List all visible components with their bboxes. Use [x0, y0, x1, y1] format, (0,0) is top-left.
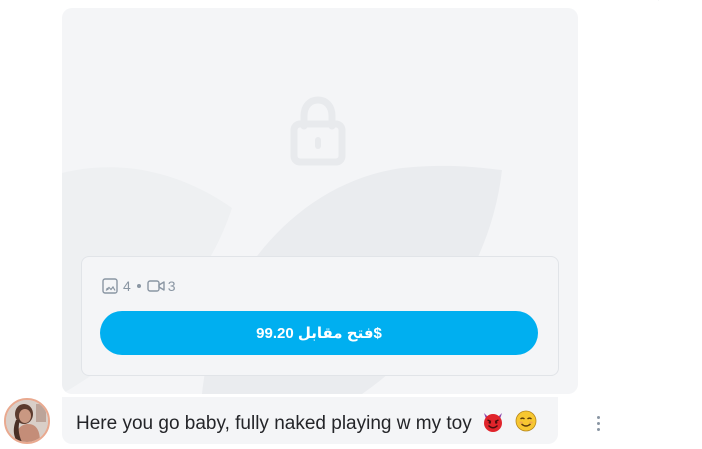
video-camera-icon — [147, 280, 165, 292]
media-counts: 4 3 — [102, 277, 176, 295]
unlock-button[interactable]: فتح مقابل 99.20$ — [100, 311, 538, 355]
corner-mark — [654, 0, 666, 4]
message-bubble: Here you go baby, fully naked playing w … — [62, 397, 558, 444]
message-text-line: Here you go baby, fully naked playing w … — [76, 409, 538, 434]
locked-media-card[interactable]: 4 3 فتح مقابل 99.20$ — [62, 8, 578, 394]
avatar-image — [6, 400, 48, 442]
more-options-button[interactable] — [590, 412, 606, 434]
photos-count: 4 — [123, 278, 131, 294]
unlock-button-label: فتح مقابل 99.20$ — [256, 325, 382, 342]
smiling-face-emoji — [515, 410, 537, 432]
separator-dot — [136, 284, 141, 288]
message-text: Here you go baby, fully naked playing w … — [76, 413, 472, 434]
unlock-panel: 4 3 فتح مقابل 99.20$ — [81, 256, 559, 376]
more-dot — [596, 427, 600, 431]
smiling-imp-emoji — [483, 413, 502, 432]
more-dot — [596, 415, 600, 419]
more-dot — [596, 421, 600, 425]
image-icon — [102, 278, 118, 294]
videos-count: 3 — [167, 278, 176, 294]
chat-view: 4 3 فتح مقابل 99.20$ Here you go baby, f… — [0, 0, 702, 449]
avatar[interactable] — [4, 398, 50, 444]
lock-icon — [290, 96, 346, 166]
